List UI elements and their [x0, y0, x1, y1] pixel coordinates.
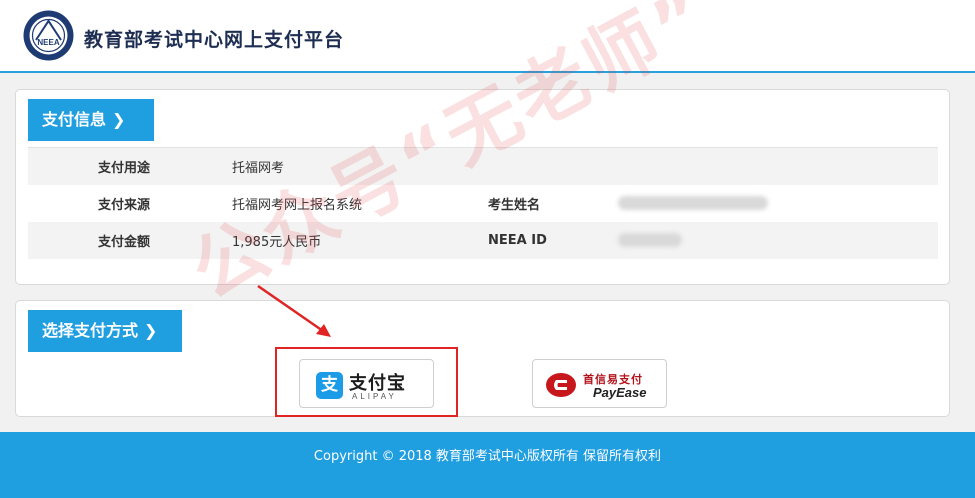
neea-id-redacted [618, 233, 682, 247]
alipay-button[interactable]: 支 支付宝 ALIPAY [299, 359, 434, 408]
neea-id-label: NEEA ID [488, 232, 547, 248]
chevron-right-icon: ❯ [144, 321, 158, 340]
payment-method-title: 选择支付方式 [42, 321, 139, 340]
payment-info-heading: 支付信息 ❯ [28, 99, 154, 141]
row-value: 1,985元人民币 [232, 234, 322, 250]
candidate-name-redacted [618, 196, 768, 210]
payment-info-panel: 支付信息 ❯ 支付用途 托福网考 支付来源 托福网考网上报名系统 考生姓名 支付金… [15, 89, 950, 285]
alipay-icon: 支 [316, 372, 343, 399]
payease-logo-icon [546, 373, 576, 397]
row-label: 支付来源 [98, 197, 151, 213]
row-label: 支付金额 [98, 234, 151, 250]
footer: Copyright © 2018 教育部考试中心版权所有 保留所有权利 [0, 432, 975, 498]
payment-info-table: 支付用途 托福网考 支付来源 托福网考网上报名系统 考生姓名 支付金额 1,98… [28, 147, 938, 259]
header-bar: NEEA 教育部考试中心网上支付平台 [0, 0, 975, 73]
row-value: 托福网考 [232, 160, 285, 176]
payease-button[interactable]: 首信易支付 PayEase [532, 359, 667, 408]
payment-info-title: 支付信息 [42, 110, 107, 129]
red-arrow-annotation [257, 284, 331, 337]
chevron-right-icon: ❯ [112, 110, 126, 129]
table-row: 支付金额 1,985元人民币 NEEA ID [28, 221, 938, 259]
payment-method-heading: 选择支付方式 ❯ [28, 310, 182, 352]
payease-name-en: PayEase [593, 385, 647, 400]
row-value: 托福网考网上报名系统 [232, 197, 363, 213]
row-label: 支付用途 [98, 160, 151, 176]
candidate-name-label: 考生姓名 [488, 197, 541, 213]
alipay-name-en: ALIPAY [352, 392, 397, 401]
copyright-text: Copyright © 2018 教育部考试中心版权所有 保留所有权利 [313, 449, 662, 464]
payment-method-panel: 选择支付方式 ❯ [15, 300, 950, 417]
table-row: 支付用途 托福网考 [28, 147, 938, 185]
logo-text: NEEA [37, 38, 59, 47]
site-title: 教育部考试中心网上支付平台 [84, 29, 345, 51]
neea-logo: NEEA [23, 10, 74, 61]
table-row: 支付来源 托福网考网上报名系统 考生姓名 [28, 185, 938, 222]
